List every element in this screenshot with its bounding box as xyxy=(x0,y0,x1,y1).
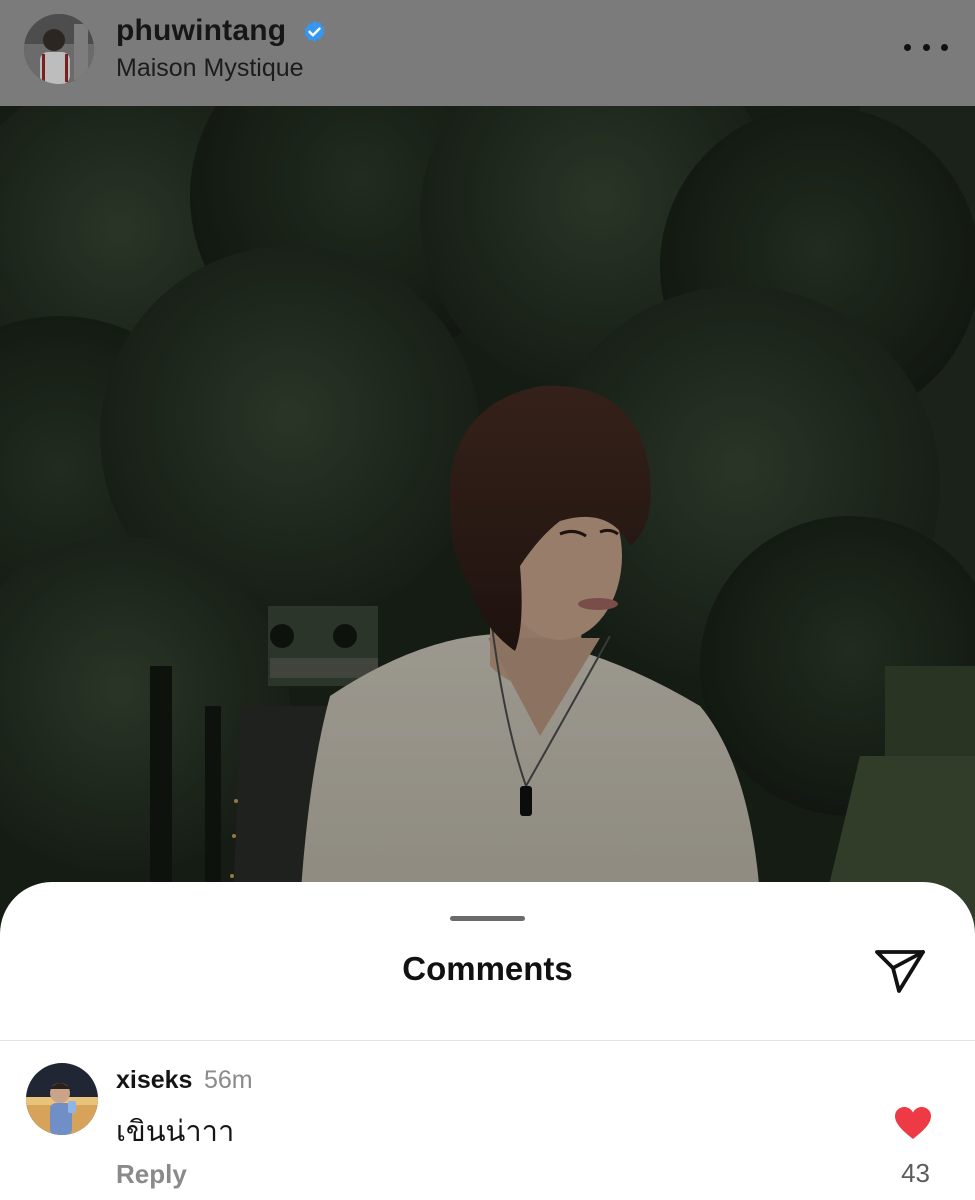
post-photo-image xyxy=(0,106,975,1006)
commenter-avatar[interactable] xyxy=(26,1063,98,1135)
more-dot xyxy=(904,43,911,51)
commenter-avatar-image xyxy=(26,1063,98,1135)
more-dot xyxy=(922,43,930,51)
sheet-grabber[interactable] xyxy=(450,916,525,921)
post-location[interactable]: Maison Mystique xyxy=(116,54,304,83)
post-photo[interactable] xyxy=(0,106,975,1006)
comment-text: เขินน่าาา xyxy=(116,1116,235,1148)
comments-sheet: Comments xiseks 56m เขินน่าาา Reply 43 xyxy=(0,882,975,1200)
more-dot xyxy=(941,43,948,51)
paper-plane-icon[interactable] xyxy=(872,946,928,996)
author-avatar[interactable] xyxy=(24,14,94,84)
verified-badge-icon xyxy=(304,20,325,43)
reply-button[interactable]: Reply xyxy=(116,1159,187,1190)
heart-icon[interactable] xyxy=(894,1106,932,1140)
comments-title: Comments xyxy=(402,950,573,987)
author-username[interactable]: phuwintang xyxy=(116,14,286,48)
commenter-username[interactable]: xiseks xyxy=(116,1066,192,1095)
comment-time: 56m xyxy=(204,1066,253,1094)
more-options-icon[interactable] xyxy=(904,32,948,62)
author-avatar-image xyxy=(24,14,94,84)
comment-item: xiseks 56m เขินน่าาา Reply 43 xyxy=(0,1052,975,1200)
comment-like-count: 43 xyxy=(901,1158,930,1188)
post-header: phuwintang Maison Mystique xyxy=(0,0,975,106)
sheet-divider xyxy=(0,1040,975,1041)
